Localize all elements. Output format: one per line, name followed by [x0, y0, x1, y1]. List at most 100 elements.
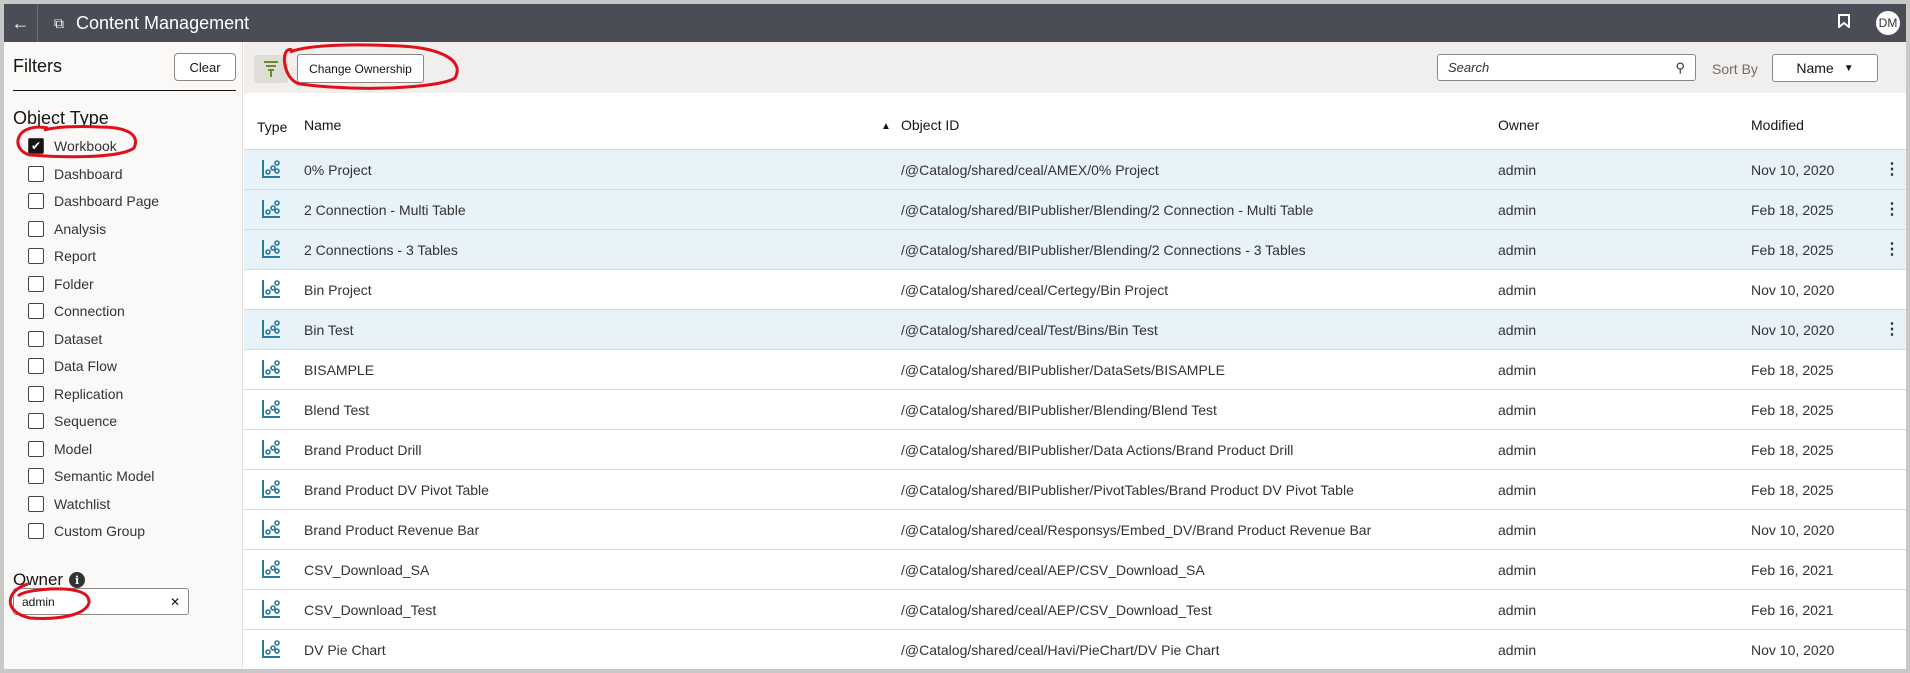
checkbox-model[interactable]: Model — [28, 440, 92, 457]
checkbox-report[interactable]: Report — [28, 248, 96, 264]
checkbox-dashboard[interactable]: Dashboard — [28, 165, 123, 182]
sort-value: Name — [1796, 60, 1834, 76]
checkbox-icon[interactable] — [28, 358, 44, 374]
checkbox-icon[interactable] — [28, 248, 44, 264]
row-name[interactable]: BISAMPLE — [304, 362, 374, 378]
owner-input[interactable]: admin ✕ — [13, 588, 189, 615]
checkbox-icon[interactable] — [28, 523, 44, 539]
row-modified: Nov 10, 2020 — [1751, 522, 1835, 538]
row-name[interactable]: DV Pie Chart — [304, 642, 386, 658]
col-owner[interactable]: Owner — [1498, 117, 1539, 133]
row-modified: Feb 18, 2025 — [1751, 242, 1834, 258]
checkbox-watchlist[interactable]: Watchlist — [28, 495, 110, 512]
checkbox-icon[interactable] — [28, 275, 44, 292]
sort-select[interactable]: Name ▼ — [1772, 54, 1878, 82]
col-object-id[interactable]: Object ID — [901, 117, 959, 133]
row-name[interactable]: Bin Test — [304, 322, 354, 338]
avatar[interactable]: DM — [1876, 11, 1900, 35]
more-options-icon[interactable]: ⋮ — [1884, 199, 1900, 219]
row-name[interactable]: Brand Product Drill — [304, 442, 422, 458]
table-row[interactable]: 2 Connection - Multi Table /@Catalog/sha… — [244, 190, 1906, 230]
table-row[interactable]: 2 Connections - 3 Tables /@Catalog/share… — [244, 230, 1906, 270]
checkbox-label: Dataset — [54, 330, 103, 347]
checkbox-icon[interactable] — [28, 495, 44, 512]
checkbox-icon[interactable] — [28, 220, 44, 237]
row-name[interactable]: Brand Product DV Pivot Table — [304, 482, 489, 498]
bookmark-icon[interactable] — [1838, 13, 1850, 33]
back-arrow-icon[interactable]: ← — [4, 4, 38, 42]
sort-ascending-icon[interactable]: ▲ — [881, 121, 891, 132]
row-owner: admin — [1498, 162, 1537, 178]
clear-owner-icon[interactable]: ✕ — [170, 595, 180, 609]
info-icon[interactable]: i — [69, 572, 86, 588]
checkbox-icon[interactable] — [28, 165, 44, 182]
workbook-icon — [262, 560, 280, 578]
checkbox-icon[interactable] — [28, 413, 44, 429]
table-row[interactable]: Brand Product Drill /@Catalog/shared/BIP… — [244, 430, 1906, 470]
workbook-icon — [262, 240, 280, 258]
row-name[interactable]: 2 Connection - Multi Table — [304, 202, 466, 218]
checkbox-folder[interactable]: Folder — [28, 275, 94, 292]
table-row[interactable]: Blend Test /@Catalog/shared/BIPublisher/… — [244, 390, 1906, 430]
table-row[interactable]: Bin Test /@Catalog/shared/ceal/Test/Bins… — [244, 310, 1906, 350]
checkbox-custom-group[interactable]: Custom Group — [28, 523, 145, 539]
checkbox-semantic-model[interactable]: Semantic Model — [28, 468, 154, 484]
app-header: ← ⧉ Content Management DM — [4, 4, 1906, 42]
table-row[interactable]: Brand Product Revenue Bar /@Catalog/shar… — [244, 510, 1906, 550]
checkbox-icon[interactable]: ✔ — [28, 138, 44, 154]
row-owner: admin — [1498, 522, 1537, 538]
table-row[interactable]: DV Pie Chart /@Catalog/shared/ceal/Havi/… — [244, 630, 1906, 669]
checkbox-data-flow[interactable]: Data Flow — [28, 358, 117, 374]
workbook-icon — [262, 280, 280, 298]
checkbox-dataset[interactable]: Dataset — [28, 330, 103, 347]
search-placeholder: Search — [1448, 60, 1490, 75]
row-modified: Feb 18, 2025 — [1751, 402, 1834, 418]
row-owner: admin — [1498, 362, 1537, 378]
row-object-id: /@Catalog/shared/BIPublisher/PivotTables… — [901, 482, 1354, 498]
checkbox-icon[interactable] — [28, 385, 44, 402]
checkbox-icon[interactable] — [28, 440, 44, 457]
more-options-icon[interactable]: ⋮ — [1884, 239, 1900, 259]
col-type[interactable]: Type — [257, 119, 287, 135]
change-ownership-button[interactable]: Change Ownership — [297, 54, 424, 83]
checkbox-dashboard-page[interactable]: Dashboard Page — [28, 193, 159, 209]
checkbox-icon[interactable] — [28, 468, 44, 484]
col-modified[interactable]: Modified — [1751, 117, 1804, 133]
more-options-icon[interactable]: ⋮ — [1884, 319, 1900, 339]
clear-button[interactable]: Clear — [174, 53, 236, 81]
checkbox-sequence[interactable]: Sequence — [28, 413, 117, 429]
col-name[interactable]: Name — [304, 117, 341, 133]
more-options-icon[interactable]: ⋮ — [1884, 159, 1900, 179]
search-icon[interactable]: ⚲ — [1675, 60, 1685, 76]
row-object-id: /@Catalog/shared/BIPublisher/Blending/Bl… — [901, 402, 1217, 418]
row-name[interactable]: 0% Project — [304, 162, 372, 178]
row-modified: Feb 18, 2025 — [1751, 362, 1834, 378]
row-name[interactable]: Bin Project — [304, 282, 372, 298]
table-row[interactable]: Brand Product DV Pivot Table /@Catalog/s… — [244, 470, 1906, 510]
table-row[interactable]: Bin Project /@Catalog/shared/ceal/Certeg… — [244, 270, 1906, 310]
checkbox-label: Semantic Model — [54, 468, 155, 484]
checkbox-icon[interactable] — [28, 193, 44, 209]
checkbox-workbook[interactable]: ✔ Workbook — [28, 138, 117, 154]
search-input[interactable]: Search ⚲ — [1437, 54, 1696, 81]
workbook-icon — [262, 600, 280, 618]
table-row[interactable]: CSV_Download_SA /@Catalog/shared/ceal/AE… — [244, 550, 1906, 590]
row-modified: Nov 10, 2020 — [1751, 162, 1835, 178]
checkbox-icon[interactable] — [28, 303, 44, 319]
checkbox-icon[interactable] — [28, 330, 44, 347]
table-row[interactable]: BISAMPLE /@Catalog/shared/BIPublisher/Da… — [244, 350, 1906, 390]
row-name[interactable]: Brand Product Revenue Bar — [304, 522, 479, 538]
row-name[interactable]: 2 Connections - 3 Tables — [304, 242, 458, 258]
row-name[interactable]: CSV_Download_Test — [304, 602, 436, 618]
checkbox-analysis[interactable]: Analysis — [28, 220, 106, 237]
row-object-id: /@Catalog/shared/BIPublisher/Blending/2 … — [901, 242, 1306, 258]
table-row[interactable]: 0% Project /@Catalog/shared/ceal/AMEX/0%… — [244, 150, 1906, 190]
table-row[interactable]: CSV_Download_Test /@Catalog/shared/ceal/… — [244, 590, 1906, 630]
filter-toggle-icon[interactable] — [254, 55, 288, 83]
row-object-id: /@Catalog/shared/BIPublisher/Data Action… — [901, 442, 1294, 458]
row-name[interactable]: Blend Test — [304, 402, 369, 418]
checkbox-connection[interactable]: Connection — [28, 303, 125, 319]
row-name[interactable]: CSV_Download_SA — [304, 562, 429, 578]
row-owner: admin — [1498, 402, 1537, 418]
checkbox-replication[interactable]: Replication — [28, 385, 123, 402]
